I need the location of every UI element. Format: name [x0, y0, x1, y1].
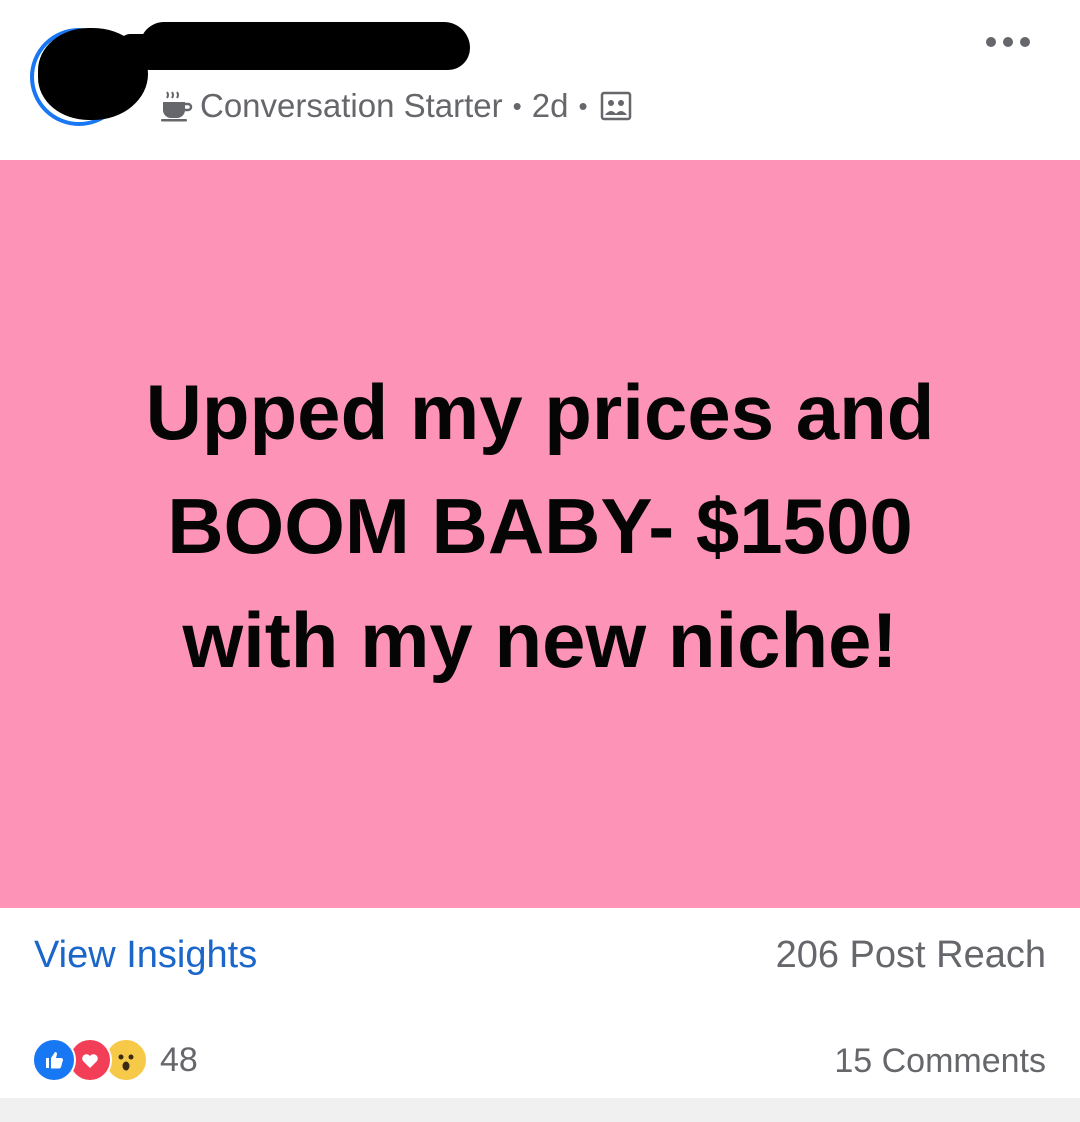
meta-separator: • [578, 90, 588, 121]
group-members-icon [600, 90, 632, 122]
more-options-dot [1020, 37, 1030, 47]
post-time[interactable]: 2d [532, 87, 569, 125]
reaction-summary[interactable]: 48 [32, 1038, 198, 1082]
post-reach: 206 Post Reach [775, 934, 1046, 976]
reaction-count: 48 [160, 1040, 198, 1079]
more-options-button[interactable] [986, 28, 1030, 56]
insights-row: View Insights 206 Post Reach [0, 908, 1080, 1008]
like-icon [32, 1038, 76, 1082]
more-options-dot [1003, 37, 1013, 47]
post-header: Conversation Starter • 2d • [0, 0, 1080, 160]
post-card: Conversation Starter • 2d • Upped my pri… [0, 0, 1080, 1122]
post-type-label[interactable]: Conversation Starter [200, 87, 503, 125]
post-text: Upped my prices and BOOM BABY- $1500 wit… [145, 368, 935, 684]
more-options-icon [986, 37, 996, 47]
coffee-cup-icon [158, 88, 194, 124]
comments-count[interactable]: 15 Comments [834, 1042, 1046, 1081]
reactions-row: 48 15 Comments [0, 1016, 1080, 1096]
post-divider [0, 1098, 1080, 1122]
view-insights-link[interactable]: View Insights [34, 934, 257, 977]
meta-separator: • [512, 90, 522, 121]
post-content-card[interactable]: Upped my prices and BOOM BABY- $1500 wit… [0, 160, 1080, 908]
author-name-redaction[interactable] [140, 22, 470, 70]
post-meta: Conversation Starter • 2d • [158, 84, 632, 128]
